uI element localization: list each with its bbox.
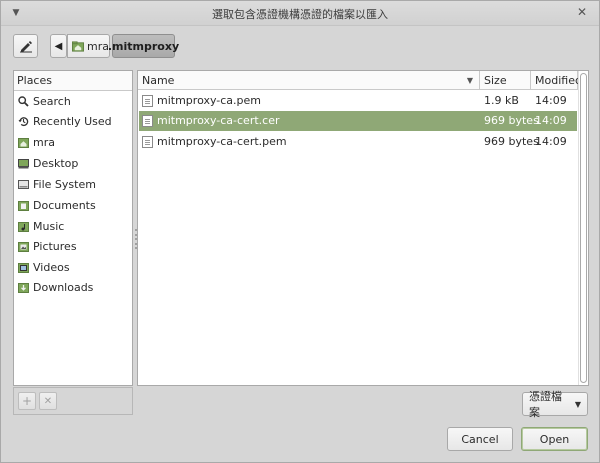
- videos-folder-icon: [18, 262, 29, 273]
- sidebar-item-label: Downloads: [33, 280, 94, 294]
- button-label: Cancel: [461, 432, 499, 446]
- title-bar[interactable]: ▼ 選取包含憑證機構憑證的檔案以匯入 ✕: [1, 1, 599, 26]
- table-row[interactable]: mitmproxy-ca-cert.pem 969 bytes 14:09: [139, 132, 577, 152]
- text-file-icon: [142, 136, 153, 148]
- sidebar-item-mra[interactable]: mra: [15, 132, 131, 152]
- places-sidebar: Places Search Recently Used mra Desktop …: [13, 70, 133, 386]
- sidebar-item-label: Videos: [33, 260, 70, 274]
- remove-icon: ✕: [43, 395, 53, 407]
- sidebar-item-recently-used[interactable]: Recently Used: [15, 111, 131, 131]
- file-modified: 14:09: [535, 114, 567, 127]
- path-back-button[interactable]: ◀: [50, 34, 67, 58]
- drive-icon: [18, 179, 29, 189]
- home-folder-icon: [72, 40, 85, 52]
- pencil-icon: [19, 41, 32, 53]
- left-arrow-icon: ◀: [54, 40, 63, 52]
- places-header: Places: [14, 71, 132, 91]
- sidebar-item-music[interactable]: Music: [15, 216, 131, 236]
- sidebar-item-documents[interactable]: Documents: [15, 195, 131, 215]
- type-location-button[interactable]: [13, 34, 38, 58]
- file-size: 969 bytes: [484, 135, 539, 148]
- file-size: 969 bytes: [484, 114, 539, 127]
- column-header-label: Name: [142, 74, 175, 87]
- filter-selected-label: 憑證檔案: [529, 390, 562, 419]
- vertical-scrollbar[interactable]: [578, 71, 588, 385]
- column-header-label: Modified: [535, 74, 582, 87]
- column-header-name[interactable]: Name ▼: [138, 71, 480, 90]
- file-list: Name ▼ Size Modified mitmproxy-ca.pem 1.…: [137, 70, 589, 386]
- places-toolbar: + ✕: [13, 387, 133, 415]
- sidebar-item-label: Search: [33, 94, 71, 108]
- chevron-down-icon: ▼: [574, 399, 581, 409]
- window-title: 選取包含憑證機構憑證的檔案以匯入: [212, 8, 388, 21]
- button-label: Open: [539, 432, 570, 446]
- plus-icon: +: [21, 394, 33, 408]
- desktop-icon: [18, 158, 29, 168]
- sidebar-item-pictures[interactable]: Pictures: [15, 236, 131, 256]
- file-size: 1.9 kB: [484, 94, 519, 107]
- path-crumb-label: mra: [87, 39, 109, 53]
- sidebar-item-file-system[interactable]: File System: [15, 174, 131, 194]
- sidebar-item-label: mra: [33, 135, 55, 149]
- pictures-folder-icon: [18, 241, 29, 252]
- sidebar-item-label: Pictures: [33, 239, 77, 253]
- scrollbar-thumb[interactable]: [580, 73, 587, 383]
- table-row[interactable]: mitmproxy-ca.pem 1.9 kB 14:09: [139, 91, 577, 111]
- sidebar-item-label: Recently Used: [33, 114, 112, 128]
- file-chooser-dialog: ▼ 選取包含憑證機構憑證的檔案以匯入 ✕ ◀ mra .mitmproxy Pl…: [0, 0, 600, 463]
- music-folder-icon: [18, 221, 29, 232]
- path-crumb-mitmproxy[interactable]: .mitmproxy: [108, 34, 179, 58]
- add-bookmark-button[interactable]: +: [18, 392, 36, 410]
- file-modified: 14:09: [535, 135, 567, 148]
- file-modified: 14:09: [535, 94, 567, 107]
- text-file-icon: [142, 115, 153, 127]
- sort-descending-icon: ▼: [466, 76, 473, 85]
- sidebar-item-label: Music: [33, 219, 65, 233]
- remove-bookmark-button[interactable]: ✕: [39, 392, 57, 410]
- path-crumb-mra[interactable]: mra: [67, 34, 110, 58]
- cancel-button[interactable]: Cancel: [447, 427, 513, 451]
- file-name: mitmproxy-ca-cert.pem: [157, 135, 287, 148]
- sidebar-item-desktop[interactable]: Desktop: [15, 153, 131, 173]
- downloads-folder-icon: [18, 282, 29, 293]
- file-type-filter-select[interactable]: 憑證檔案 ▼: [522, 390, 588, 419]
- file-name: mitmproxy-ca-cert.cer: [157, 114, 280, 127]
- sidebar-item-search[interactable]: Search: [15, 91, 131, 111]
- sidebar-item-label: Desktop: [33, 156, 79, 170]
- sidebar-item-label: Documents: [33, 198, 96, 212]
- file-name: mitmproxy-ca.pem: [157, 94, 262, 107]
- column-header-size[interactable]: Size: [480, 71, 531, 90]
- path-crumb-label: .mitmproxy: [107, 39, 180, 53]
- column-header-label: Size: [484, 74, 507, 87]
- search-icon: [18, 95, 29, 107]
- sidebar-item-label: File System: [33, 177, 96, 191]
- recent-icon: [18, 116, 29, 126]
- sidebar-item-videos[interactable]: Videos: [15, 257, 131, 277]
- documents-folder-icon: [18, 200, 29, 211]
- open-button[interactable]: Open: [521, 427, 588, 451]
- column-header-modified[interactable]: Modified: [531, 71, 582, 90]
- home-folder-icon: [18, 137, 29, 148]
- table-row[interactable]: mitmproxy-ca-cert.cer 969 bytes 14:09: [139, 111, 577, 131]
- sidebar-item-downloads[interactable]: Downloads: [15, 277, 131, 297]
- close-icon[interactable]: ✕: [575, 5, 589, 19]
- text-file-icon: [142, 95, 153, 107]
